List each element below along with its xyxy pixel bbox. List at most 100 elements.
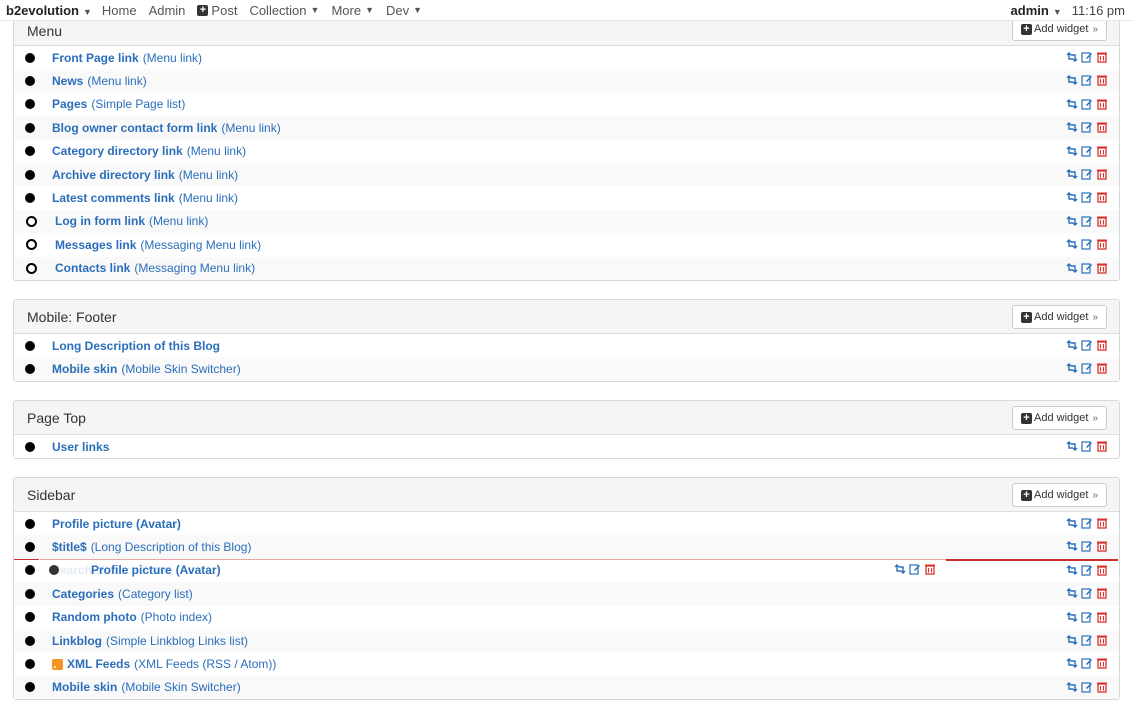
widget-row[interactable]: $title$ (Long Description of this Blog) [14, 535, 1119, 559]
enabled-dot-icon[interactable] [25, 169, 35, 180]
widget-name[interactable]: Profile picture (Avatar) [52, 517, 181, 531]
widget-row[interactable]: Log in form link (Menu link) [14, 209, 1119, 234]
trash-icon[interactable] [1096, 51, 1108, 63]
trash-icon[interactable] [1096, 540, 1108, 553]
retweet-icon[interactable] [1066, 145, 1078, 157]
trash-icon[interactable] [1096, 362, 1108, 375]
nav-home[interactable]: Home [102, 3, 137, 18]
retweet-icon[interactable] [1066, 611, 1078, 623]
edit-icon[interactable] [1081, 74, 1093, 86]
widget-row[interactable]: Categories (Category list) [14, 582, 1119, 606]
widget-row[interactable]: Archive directory link (Menu link) [14, 162, 1119, 187]
edit-icon[interactable] [1081, 339, 1093, 351]
widget-row[interactable]: User links [14, 435, 1119, 458]
edit-icon[interactable] [1081, 262, 1093, 274]
disabled-dot-icon[interactable] [26, 262, 37, 274]
enabled-dot-icon[interactable] [25, 146, 35, 157]
widget-name[interactable]: User links [52, 440, 109, 454]
retweet-icon[interactable] [1066, 634, 1078, 646]
enabled-dot-icon[interactable] [25, 52, 35, 63]
trash-icon[interactable] [1096, 121, 1108, 133]
edit-icon[interactable] [1081, 681, 1093, 693]
widget-name[interactable]: Front Page link [52, 51, 139, 65]
widget-name[interactable]: $title$ [52, 540, 87, 554]
retweet-icon[interactable] [1066, 657, 1078, 669]
retweet-icon[interactable] [1066, 587, 1078, 599]
edit-icon[interactable] [1081, 657, 1093, 669]
edit-icon[interactable] [1081, 517, 1093, 529]
widget-name[interactable]: Latest comments link [52, 191, 175, 205]
add-widget-button[interactable]: + Add widget» [1012, 483, 1107, 507]
retweet-icon[interactable] [1066, 564, 1078, 576]
widget-name[interactable]: XML Feeds [67, 657, 130, 671]
edit-icon[interactable] [909, 563, 921, 575]
retweet-icon[interactable] [1066, 168, 1078, 180]
trash-icon[interactable] [1096, 587, 1108, 599]
trash-icon[interactable] [1096, 168, 1108, 180]
nav-admin[interactable]: Admin [149, 3, 186, 18]
enabled-dot-icon[interactable] [25, 122, 35, 133]
retweet-icon[interactable] [1066, 339, 1078, 351]
widget-name[interactable]: Random photo [52, 610, 137, 624]
widget-name[interactable]: Log in form link [55, 214, 145, 228]
edit-icon[interactable] [1081, 634, 1093, 646]
enabled-dot-icon[interactable] [25, 588, 35, 599]
retweet-icon[interactable] [1066, 681, 1078, 693]
widget-name[interactable]: Categories [52, 587, 114, 601]
enabled-dot-icon[interactable] [25, 76, 35, 87]
add-widget-button[interactable]: + Add widget» [1012, 406, 1107, 430]
nav-collection[interactable]: Collection ▼ [249, 3, 319, 18]
trash-icon[interactable] [1096, 517, 1108, 529]
widget-row[interactable]: Profile picture (Avatar) [14, 512, 1119, 535]
widget-row[interactable]: Latest comments link (Menu link) [14, 186, 1119, 209]
nav-dev[interactable]: Dev ▼ [386, 3, 422, 18]
enabled-dot-icon[interactable] [25, 518, 35, 529]
retweet-icon[interactable] [1066, 74, 1078, 86]
widget-name[interactable]: Category directory link [52, 144, 183, 158]
trash-icon[interactable] [1096, 262, 1108, 274]
trash-icon[interactable] [1096, 339, 1108, 351]
widget-row[interactable]: Blog owner contact form link (Menu link) [14, 116, 1119, 140]
trash-icon[interactable] [1096, 191, 1108, 203]
retweet-icon[interactable] [1066, 121, 1078, 133]
edit-icon[interactable] [1081, 215, 1093, 227]
edit-icon[interactable] [1081, 191, 1093, 203]
trash-icon[interactable] [1096, 238, 1108, 250]
enabled-dot-icon[interactable] [25, 682, 35, 693]
edit-icon[interactable] [1081, 440, 1093, 452]
enabled-dot-icon[interactable] [25, 565, 35, 576]
edit-icon[interactable] [1081, 121, 1093, 133]
edit-icon[interactable] [1081, 168, 1093, 180]
edit-icon[interactable] [1081, 98, 1093, 110]
edit-icon[interactable] [1081, 564, 1093, 576]
widget-name[interactable]: Long Description of this Blog [52, 339, 220, 353]
widget-row[interactable]: Random photo (Photo index) [14, 606, 1119, 629]
disabled-dot-icon[interactable] [26, 239, 37, 251]
retweet-icon[interactable] [1066, 191, 1078, 203]
widget-row[interactable]: Pages (Simple Page list) [14, 93, 1119, 116]
edit-icon[interactable] [1081, 611, 1093, 623]
widget-name[interactable]: Mobile skin [52, 680, 117, 694]
trash-icon[interactable] [1096, 681, 1108, 693]
add-widget-button[interactable]: + Add widget» [1012, 305, 1107, 329]
trash-icon[interactable] [1096, 611, 1108, 623]
retweet-icon[interactable] [1066, 238, 1078, 250]
trash-icon[interactable] [1096, 440, 1108, 452]
widget-row[interactable]: Front Page link (Menu link) [14, 46, 1119, 69]
trash-icon[interactable] [1096, 564, 1108, 576]
enabled-dot-icon[interactable] [25, 364, 35, 375]
retweet-icon[interactable] [1066, 362, 1078, 374]
nav-post[interactable]: + Post [197, 3, 237, 18]
widget-name[interactable]: Linkblog [52, 634, 102, 648]
enabled-dot-icon[interactable] [25, 441, 35, 452]
edit-icon[interactable] [1081, 587, 1093, 599]
retweet-icon[interactable] [1066, 262, 1078, 274]
trash-icon[interactable] [924, 563, 936, 575]
widget-row[interactable]: Category directory link (Menu link) [14, 140, 1119, 163]
enabled-dot-icon[interactable] [25, 659, 35, 670]
trash-icon[interactable] [1096, 74, 1108, 87]
trash-icon[interactable] [1096, 98, 1108, 110]
enabled-dot-icon[interactable] [25, 99, 35, 110]
enabled-dot-icon[interactable] [25, 635, 35, 646]
enabled-dot-icon[interactable] [25, 340, 35, 351]
